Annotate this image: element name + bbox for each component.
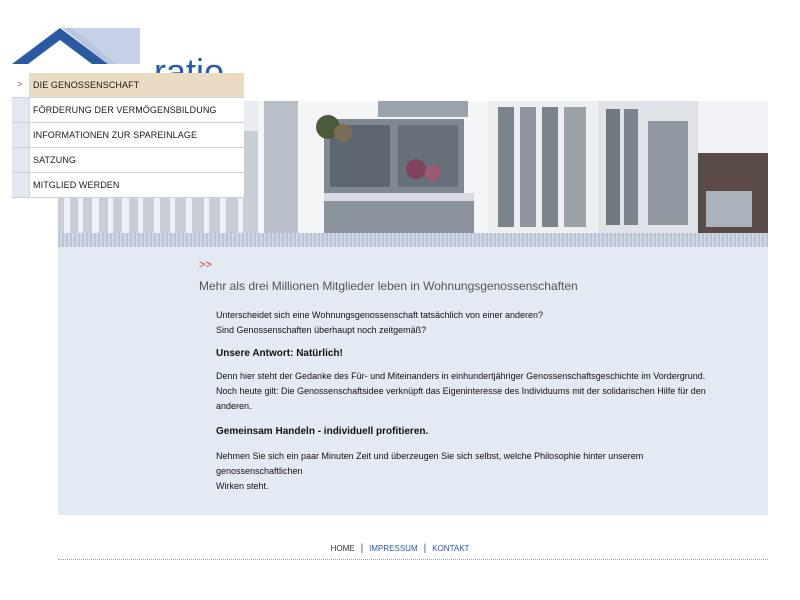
nav-item-box bbox=[12, 148, 30, 172]
footer-link-home[interactable]: HOME bbox=[325, 544, 361, 553]
intro-line: Unterscheidet sich eine Wohnungsgenossen… bbox=[216, 310, 544, 320]
nav-item-box bbox=[12, 173, 30, 197]
paragraph-line: Denn hier steht der Gedanke des Für- und… bbox=[216, 371, 706, 381]
paragraph-line: Noch heute gilt: Die Genossenschaftsidee… bbox=[216, 386, 706, 396]
paragraph-line: Wirken steht. bbox=[216, 481, 269, 491]
nav-item-label: INFORMATIONEN ZUR SPAREINLAGE bbox=[33, 130, 198, 140]
footer-link-kontakt[interactable]: KONTAKT bbox=[426, 544, 475, 553]
main-nav: > DIE GENOSSENSCHAFT FÖRDERUNG DER VERMÖ… bbox=[12, 73, 244, 198]
nav-item-label: DIE GENOSSENSCHAFT bbox=[33, 80, 140, 90]
paragraph-line: anderen. bbox=[216, 401, 252, 411]
footer-link-impressum[interactable]: IMPRESSUM bbox=[363, 544, 423, 553]
nav-item-genossenschaft[interactable]: > DIE GENOSSENSCHAFT bbox=[12, 73, 244, 98]
nav-item-label: FÖRDERUNG DER VERMÖGENSBILDUNG bbox=[33, 105, 217, 115]
nav-item-box bbox=[12, 98, 30, 122]
nav-item-label: MITGLIED WERDEN bbox=[33, 180, 120, 190]
nav-item-mitglied-werden[interactable]: MITGLIED WERDEN bbox=[12, 173, 244, 198]
nav-item-spareinlage[interactable]: INFORMATIONEN ZUR SPAREINLAGE bbox=[12, 123, 244, 148]
intro-paragraph: Unterscheidet sich eine Wohnungsgenossen… bbox=[216, 308, 716, 338]
chevron-right-icon: > bbox=[17, 79, 23, 89]
nav-item-box bbox=[12, 123, 30, 147]
intro-line: Sind Genossenschaften überhaupt noch zei… bbox=[216, 325, 427, 335]
answer-heading: Unsere Antwort: Natürlich! bbox=[216, 348, 343, 359]
slogan-heading: Gemeinsam Handeln - individuell profitie… bbox=[216, 426, 429, 437]
nav-item-satzung[interactable]: SATZUNG bbox=[12, 148, 244, 173]
section-marker: >> bbox=[199, 259, 212, 271]
decorative-stripe bbox=[58, 233, 768, 247]
logo[interactable]: ratio bbox=[12, 26, 232, 92]
explanation-paragraph: Denn hier steht der Gedanke des Für- und… bbox=[216, 369, 716, 414]
nav-item-label: SATZUNG bbox=[33, 155, 77, 165]
footer-nav: HOME | IMPRESSUM | KONTAKT bbox=[0, 543, 800, 554]
page-heading: Mehr als drei Millionen Mitglieder leben… bbox=[199, 279, 578, 293]
roof-logo-icon bbox=[12, 28, 140, 64]
paragraph-line: Nehmen Sie sich ein paar Minuten Zeit un… bbox=[216, 451, 644, 476]
footer-divider bbox=[58, 559, 768, 561]
nav-item-vermoegensbildung[interactable]: FÖRDERUNG DER VERMÖGENSBILDUNG bbox=[12, 98, 244, 123]
closing-paragraph: Nehmen Sie sich ein paar Minuten Zeit un… bbox=[216, 449, 716, 494]
